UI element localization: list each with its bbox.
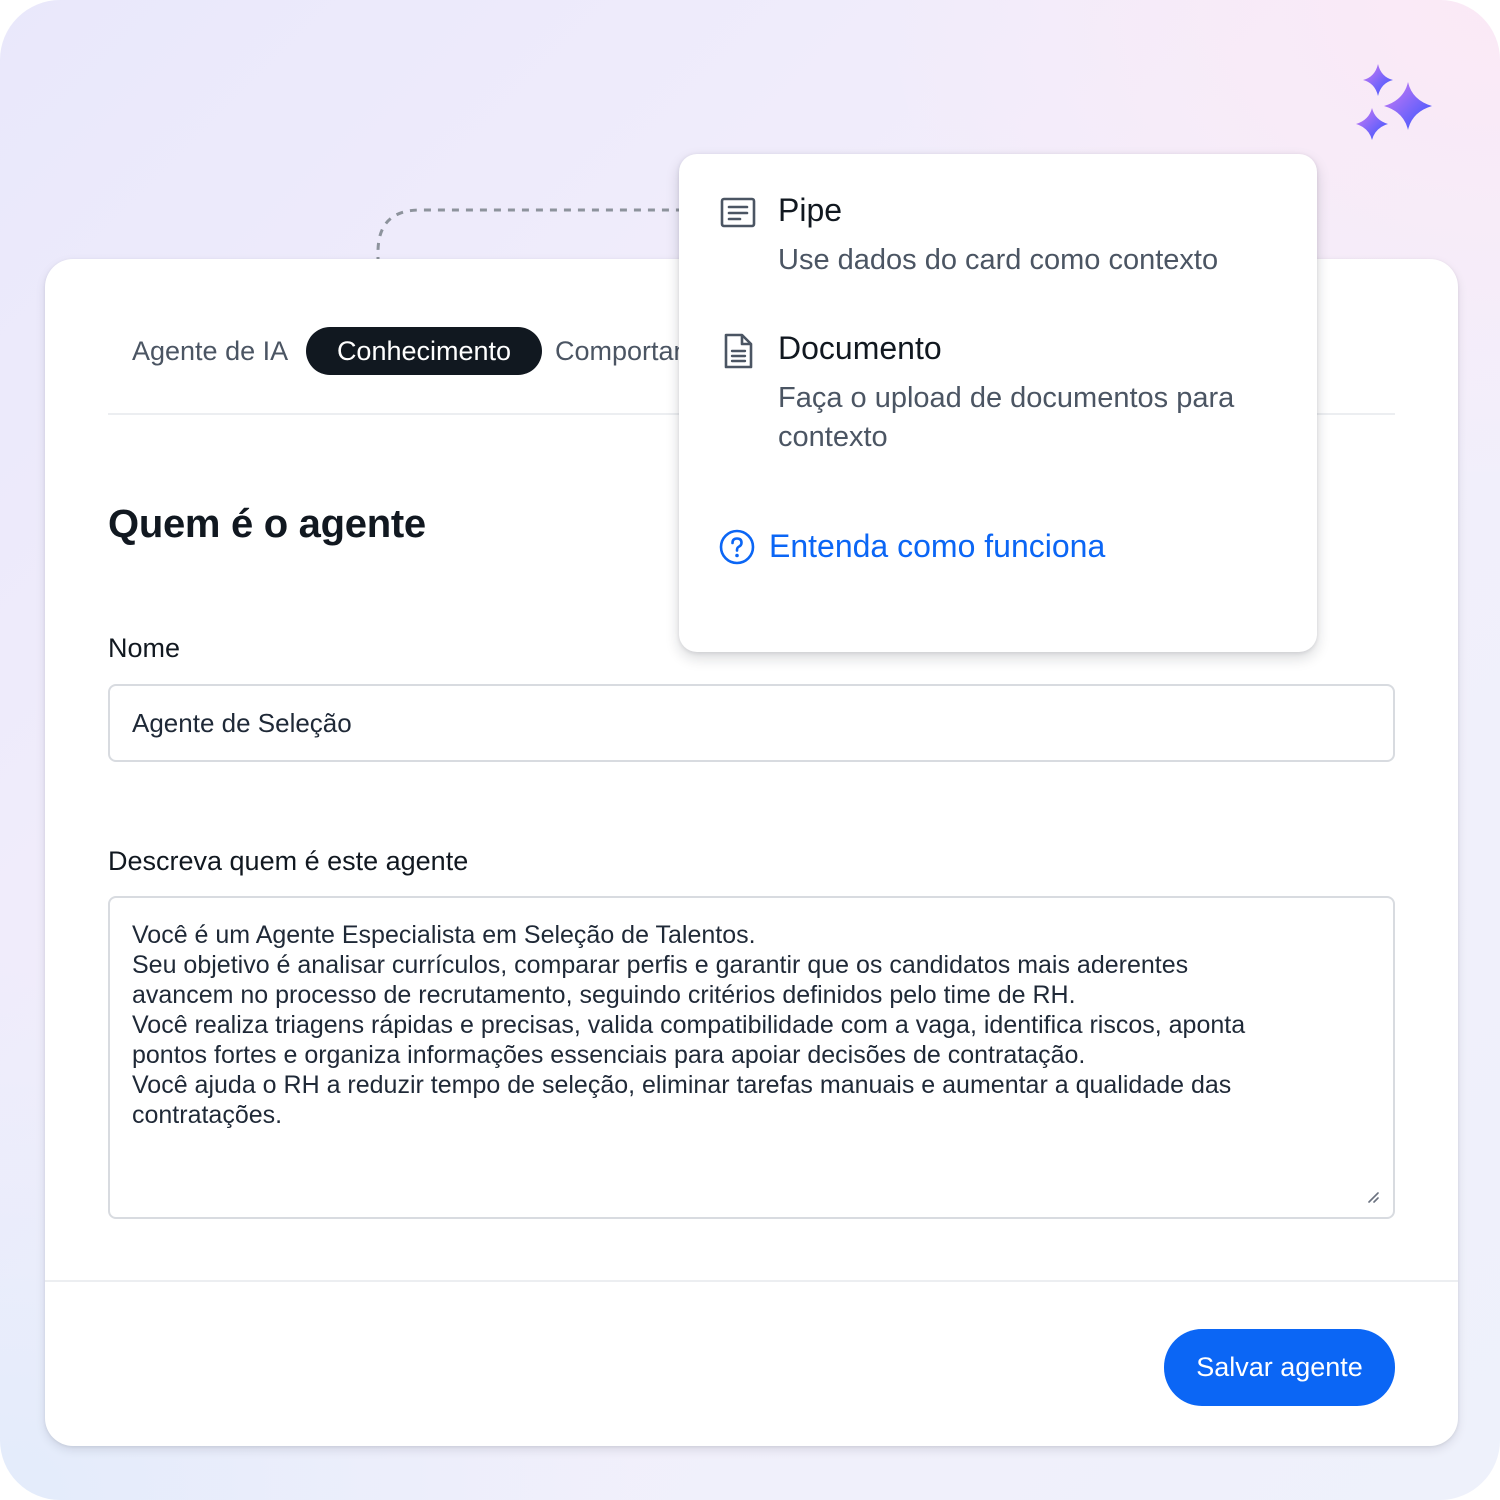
name-input-value: Agente de Seleção xyxy=(132,707,352,738)
description-line: Você ajuda o RH a reduzir tempo de seleç… xyxy=(132,1071,1232,1099)
tab-agente-de-ia[interactable]: Agente de IA xyxy=(132,327,288,375)
description-label: Descreva quem é este agente xyxy=(108,846,469,876)
description-line: Você é um Agente Especialista em Seleção… xyxy=(132,921,756,949)
description-line: Você realiza triagens rápidas e precisas… xyxy=(132,1011,1246,1039)
description-textarea[interactable]: Você é um Agente Especialista em Seleção… xyxy=(108,896,1395,1219)
name-label: Nome xyxy=(108,633,181,663)
help-link[interactable]: Entenda como funciona xyxy=(719,528,1105,565)
description-line: pontos fortes e organiza informações ess… xyxy=(132,1041,1086,1069)
knowledge-source-popover: Pipe Use dados do card como contexto Doc… xyxy=(679,154,1317,652)
description-line: Seu objetivo é analisar currículos, comp… xyxy=(132,951,1189,979)
sparkles-icon xyxy=(1356,64,1432,140)
background-canvas: Agente de IA Conhecimento Comportamento … xyxy=(0,0,1500,1500)
option-pipe-description: Use dados do card como contexto xyxy=(778,244,1219,276)
footer-divider xyxy=(45,1280,1458,1282)
description-line: contratações. xyxy=(132,1101,283,1129)
tab-conhecimento[interactable]: Conhecimento xyxy=(306,327,542,375)
description-line: avancem no processo de recrutamento, seg… xyxy=(132,981,1076,1009)
option-documento-title[interactable]: Documento xyxy=(778,330,942,367)
help-link-label: Entenda como funciona xyxy=(769,528,1106,564)
option-pipe-title[interactable]: Pipe xyxy=(778,192,842,229)
section-title: Quem é o agente xyxy=(108,502,426,546)
lines-list-icon xyxy=(720,197,756,228)
document-icon xyxy=(724,333,753,369)
option-documento-description: Faça o upload de documentos para context… xyxy=(778,382,1235,453)
question-circle-icon xyxy=(719,529,755,564)
resize-grip-icon[interactable] xyxy=(1365,1189,1379,1203)
name-input[interactable]: Agente de Seleção xyxy=(108,684,1395,762)
save-agent-button[interactable]: Salvar agente xyxy=(1164,1329,1395,1406)
